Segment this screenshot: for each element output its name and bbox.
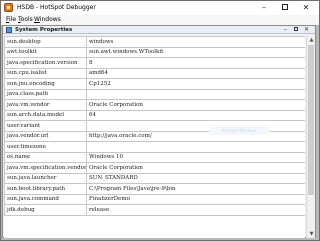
table-row[interactable]: java.class.path — [4, 88, 305, 100]
table-row[interactable]: sun.java.command FinalizerDemo — [4, 193, 305, 205]
property-value[interactable]: http://java.oracle.com/ — [86, 130, 305, 142]
property-key[interactable]: java.vm.specification.vendor — [4, 162, 87, 174]
table-row[interactable]: sun.boot.library.path C:\Program Files\Ja… — [4, 183, 305, 195]
table-row[interactable]: sun.desktop windows — [4, 36, 305, 48]
maximize-button[interactable] — [276, 1, 294, 14]
vertical-scrollbar[interactable]: ▲ ▼ — [306, 36, 315, 238]
table-row[interactable]: jdk.debug release — [4, 204, 305, 216]
menu-windows[interactable]: Windows — [34, 15, 61, 25]
property-value[interactable] — [86, 88, 305, 100]
property-value[interactable] — [86, 120, 305, 132]
scroll-up-icon[interactable]: ▲ — [307, 36, 316, 44]
property-value[interactable]: Oracle Corporation — [86, 99, 305, 111]
property-key[interactable]: sun.desktop — [4, 36, 87, 48]
property-value[interactable]: sun.awt.windows.WToolkit — [86, 46, 305, 58]
property-key[interactable]: sun.java.command — [4, 193, 87, 205]
menu-tools[interactable]: Tools — [18, 15, 33, 25]
table-row[interactable]: java.vm.specification.vendor Oracle Corpo… — [4, 162, 305, 174]
property-value[interactable]: SUN_STANDARD — [86, 172, 305, 184]
table-row[interactable]: user.timezone — [4, 141, 305, 153]
property-value[interactable] — [86, 141, 305, 153]
inner-close-button[interactable]: ✕ — [302, 26, 311, 34]
property-value[interactable]: C:\Program Files\Java\jre-9\bin — [86, 183, 305, 195]
property-key[interactable]: sun.arch.data.model — [4, 109, 87, 121]
table-row[interactable]: sun.jnu.encoding Cp1252 — [4, 78, 305, 90]
menu-bar: File Tools Windows — [1, 15, 319, 25]
menu-file[interactable]: File — [6, 15, 16, 25]
close-button[interactable]: ✕ — [297, 1, 315, 14]
table-row[interactable]: sun.cpu.isalist amd64 — [4, 67, 305, 79]
property-key[interactable]: java.vm.vendor — [4, 99, 87, 111]
inner-maximize-button[interactable] — [291, 26, 300, 34]
activation-watermark: Activate Windows — [209, 126, 269, 135]
property-value[interactable]: release — [86, 204, 305, 216]
property-value[interactable]: FinalizerDemo — [86, 193, 305, 205]
inner-minimize-button[interactable]: – — [281, 26, 290, 34]
hsdb-app-icon — [4, 3, 13, 12]
maximize-icon — [282, 3, 288, 10]
property-value[interactable]: Cp1252 — [86, 78, 305, 90]
property-key[interactable]: sun.jnu.encoding — [4, 78, 87, 90]
property-key[interactable]: java.class.path — [4, 88, 87, 100]
property-key[interactable]: java.vendor.url — [4, 130, 87, 142]
inner-window-title: System Properties — [15, 27, 73, 33]
minimize-button[interactable]: – — [255, 1, 273, 14]
property-key[interactable]: user.variant — [4, 120, 87, 132]
property-key[interactable]: os.name — [4, 151, 87, 163]
title-bar[interactable]: HSDB - HotSpot Debugger – ✕ — [1, 1, 319, 15]
inner-window-icon — [6, 27, 12, 33]
table-row[interactable]: java.specification.version 8 — [4, 57, 305, 69]
menu-file-label: ile — [9, 16, 17, 23]
property-key[interactable]: jdk.debug — [4, 204, 87, 216]
table-row[interactable]: sun.java.launcher SUN_STANDARD — [4, 172, 305, 184]
property-value[interactable]: 64 — [86, 109, 305, 121]
scroll-down-icon[interactable]: ▼ — [307, 230, 316, 238]
table-row[interactable]: java.vm.vendor Oracle Corporation — [4, 99, 305, 111]
property-key[interactable]: java.specification.version — [4, 57, 87, 69]
inner-title-bar[interactable]: System Properties – ✕ — [3, 26, 315, 34]
property-key[interactable]: sun.java.launcher — [4, 172, 87, 184]
property-value[interactable]: Oracle Corporation — [86, 162, 305, 174]
system-properties-window: System Properties – ✕ sun.desktop windows… — [2, 25, 316, 238]
inner-maximize-icon — [293, 26, 298, 31]
property-key[interactable]: user.timezone — [4, 141, 87, 153]
property-key[interactable]: sun.cpu.isalist — [4, 67, 87, 79]
property-value[interactable]: amd64 — [86, 67, 305, 79]
property-value[interactable]: 8 — [86, 57, 305, 69]
properties-table-area: sun.desktop windows awt.toolkit sun.awt.win… — [4, 36, 305, 238]
table-row[interactable]: os.name Windows 10 — [4, 151, 305, 163]
table-row[interactable]: sun.arch.data.model 64 — [4, 109, 305, 121]
property-key[interactable]: sun.boot.library.path — [4, 183, 87, 195]
property-key[interactable]: awt.toolkit — [4, 46, 87, 58]
property-value[interactable]: Windows 10 — [86, 151, 305, 163]
table-row[interactable]: awt.toolkit sun.awt.windows.WToolkit — [4, 46, 305, 58]
menu-windows-label: indows — [39, 16, 61, 23]
menu-tools-label: ools — [20, 16, 33, 23]
window-title: HSDB - HotSpot Debugger — [17, 4, 96, 11]
property-value[interactable]: windows — [86, 36, 305, 48]
scroll-thumb[interactable] — [308, 45, 314, 195]
